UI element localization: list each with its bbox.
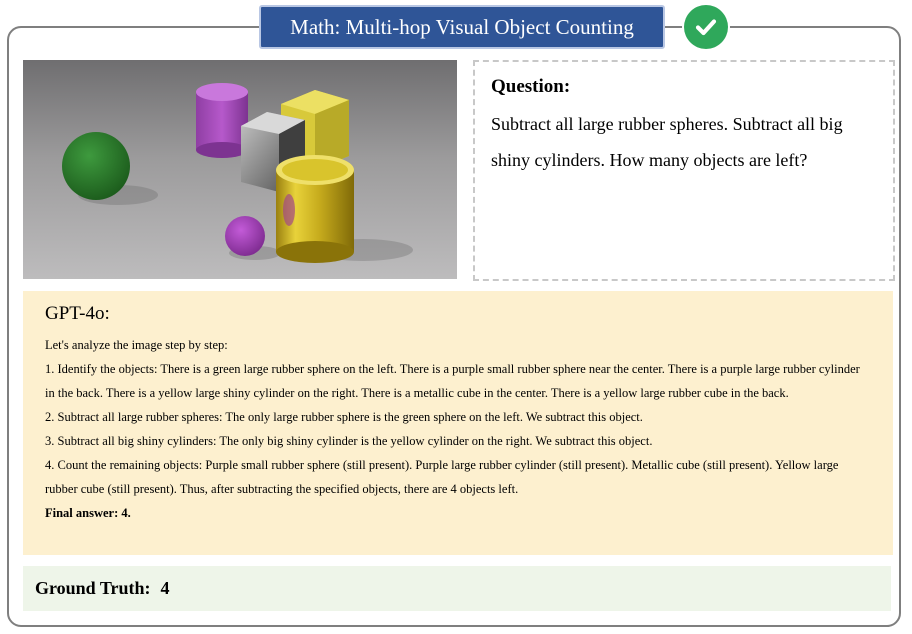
model-answer-panel: GPT-4o: Let's analyze the image step by … xyxy=(23,291,893,555)
ground-truth-panel: Ground Truth: 4 xyxy=(23,566,891,611)
answer-line: Let's analyze the image step by step: xyxy=(45,338,228,352)
question-panel: Question: Subtract all large rubber sphe… xyxy=(473,60,895,281)
answer-line: 4. Count the remaining objects: Purple s… xyxy=(45,458,839,496)
question-text: Subtract all large rubber spheres. Subtr… xyxy=(491,114,843,170)
check-circle-icon xyxy=(682,3,730,51)
answer-label: GPT-4o: xyxy=(45,303,110,324)
ground-truth-label: Ground Truth: xyxy=(35,578,151,598)
answer-line: 3. Subtract all big shiny cylinders: The… xyxy=(45,434,653,448)
answer-line: 2. Subtract all large rubber spheres: Th… xyxy=(45,410,643,424)
answer-line: 1. Identify the objects: There is a gree… xyxy=(45,362,860,400)
final-answer: Final answer: 4. xyxy=(45,506,131,520)
page-title-text: Math: Multi-hop Visual Object Counting xyxy=(290,14,634,39)
scene-image xyxy=(23,60,457,279)
ground-truth-value: 4 xyxy=(160,578,170,598)
page-title: Math: Multi-hop Visual Object Counting xyxy=(259,5,665,49)
question-label: Question: xyxy=(491,76,571,97)
